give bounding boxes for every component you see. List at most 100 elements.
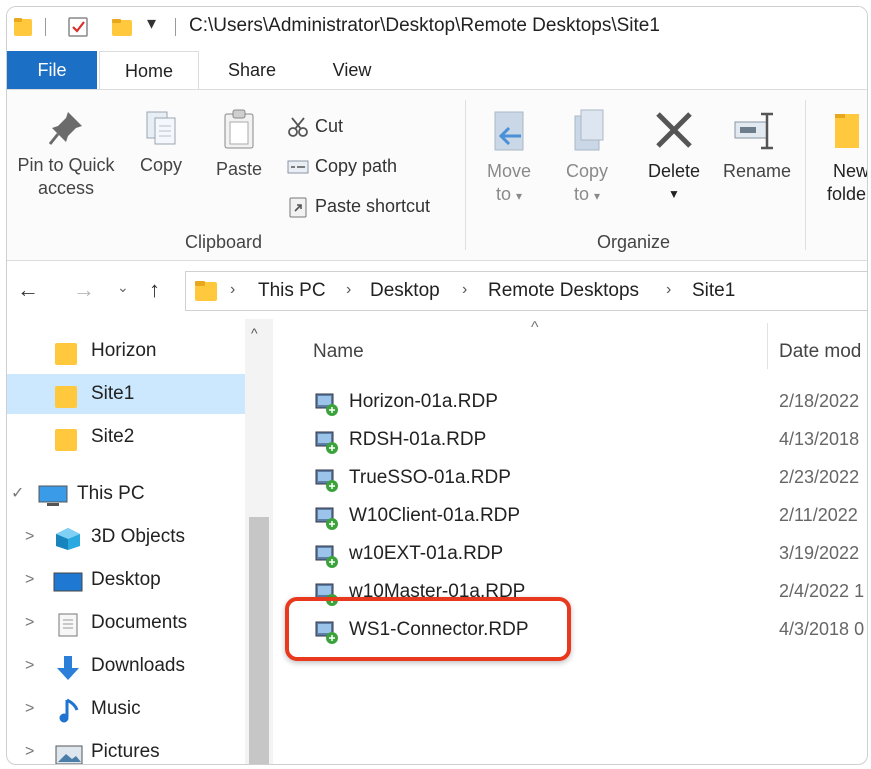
nav-item-site1[interactable]: Site1 bbox=[7, 374, 245, 414]
properties-checkmark-icon[interactable] bbox=[67, 16, 89, 43]
move-to-button[interactable]: Move to ▾ bbox=[479, 108, 539, 208]
window-title-path: C:\Users\Administrator\Desktop\Remote De… bbox=[189, 15, 660, 36]
file-row[interactable]: w10EXT-01a.RDP 3/19/2022 bbox=[275, 537, 867, 575]
title-bar: ▾ C:\Users\Administrator\Desktop\Remote … bbox=[7, 7, 867, 47]
breadcrumb-chevron-icon[interactable]: › bbox=[462, 281, 467, 299]
copy-to-icon bbox=[574, 109, 604, 151]
navigation-pane: Horizon Site1 Site2 ✓ This PC > 3D Objec… bbox=[7, 319, 273, 764]
copy-to-label-line1: Copy bbox=[565, 161, 609, 181]
paste-button[interactable]: Paste bbox=[207, 108, 271, 181]
remote-desktop-file-icon bbox=[315, 507, 339, 536]
tab-share[interactable]: Share bbox=[207, 51, 297, 89]
file-row[interactable]: RDSH-01a.RDP 4/13/2018 bbox=[275, 423, 867, 461]
paste-label: Paste bbox=[215, 159, 263, 179]
pictures-icon bbox=[55, 741, 83, 764]
toolbar-separator bbox=[175, 18, 176, 36]
file-date: 4/13/2018 bbox=[779, 429, 860, 449]
new-folder-button[interactable]: New folde bbox=[819, 108, 868, 206]
delete-button[interactable]: Delete ▼ bbox=[641, 108, 707, 206]
remote-desktop-file-icon bbox=[315, 545, 339, 574]
collapsed-chevron-icon[interactable]: > bbox=[25, 517, 34, 557]
breadcrumb-remote-desktops[interactable]: Remote Desktops bbox=[488, 280, 639, 302]
copy-path-label: Copy path bbox=[315, 156, 398, 176]
nav-item-label: Pictures bbox=[91, 741, 160, 762]
nav-item-label: 3D Objects bbox=[91, 526, 185, 547]
column-divider[interactable] bbox=[767, 323, 768, 369]
nav-item-label: Documents bbox=[91, 612, 188, 633]
collapsed-chevron-icon[interactable]: > bbox=[25, 560, 34, 600]
clipboard-group-label: Clipboard bbox=[185, 232, 263, 252]
breadcrumb-chevron-icon[interactable]: › bbox=[666, 281, 671, 299]
forward-arrow-icon[interactable]: → bbox=[73, 277, 95, 303]
up-arrow-icon[interactable]: ↑ bbox=[149, 277, 160, 303]
breadcrumb-chevron-icon[interactable]: › bbox=[346, 281, 351, 299]
rename-icon bbox=[734, 112, 773, 150]
remote-desktop-file-icon bbox=[315, 469, 339, 498]
pin-to-quick-access-button[interactable]: Pin to Quick access bbox=[7, 108, 125, 200]
copy-icon bbox=[146, 111, 176, 145]
nav-item-desktop[interactable]: > Desktop bbox=[7, 560, 245, 600]
back-arrow-icon[interactable]: ← bbox=[17, 277, 39, 303]
copy-to-label-line2: to bbox=[573, 184, 589, 204]
nav-item-label: Site1 bbox=[91, 383, 135, 404]
delete-dropdown-icon[interactable]: ▼ bbox=[641, 183, 707, 206]
collapsed-chevron-icon[interactable]: > bbox=[25, 732, 34, 764]
new-folder-icon[interactable] bbox=[111, 16, 133, 43]
paste-shortcut-icon bbox=[289, 197, 307, 218]
tab-file[interactable]: File bbox=[7, 51, 97, 89]
file-name: w10EXT-01a.RDP bbox=[349, 543, 504, 564]
folder-icon bbox=[194, 279, 218, 308]
tab-view[interactable]: View bbox=[307, 51, 397, 89]
file-date: 2/23/2022 bbox=[779, 467, 860, 487]
nav-item-site2[interactable]: Site2 bbox=[7, 417, 245, 457]
scissors-icon bbox=[288, 117, 308, 138]
breadcrumb-this-pc[interactable]: This PC bbox=[258, 280, 326, 302]
collapsed-chevron-icon[interactable]: > bbox=[25, 689, 34, 729]
copy-path-icon bbox=[287, 160, 309, 174]
move-label-line1: Move bbox=[486, 161, 531, 181]
recent-locations-chevron-icon[interactable]: ⌄ bbox=[117, 279, 129, 296]
quick-access-dropdown-icon[interactable]: ▾ bbox=[147, 13, 156, 34]
nav-item-downloads[interactable]: > Downloads bbox=[7, 646, 245, 686]
paste-shortcut-button[interactable]: Paste shortcut bbox=[287, 196, 430, 218]
file-row[interactable]: TrueSSO-01a.RDP 2/23/2022 bbox=[275, 461, 867, 499]
nav-item-documents[interactable]: > Documents bbox=[7, 603, 245, 643]
file-row[interactable]: Horizon-01a.RDP 2/18/2022 bbox=[275, 385, 867, 423]
column-header-date-modified[interactable]: Date mod bbox=[779, 341, 861, 363]
nav-item-3d-objects[interactable]: > 3D Objects bbox=[7, 517, 245, 557]
file-name: W10Client-01a.RDP bbox=[349, 505, 521, 526]
toolbar-separator bbox=[45, 18, 46, 36]
column-header-name[interactable]: Name bbox=[313, 341, 364, 363]
file-name: Horizon-01a.RDP bbox=[349, 391, 498, 412]
nav-item-horizon[interactable]: Horizon bbox=[7, 331, 245, 371]
nav-item-music[interactable]: > Music bbox=[7, 689, 245, 729]
expanded-chevron-icon[interactable]: ✓ bbox=[11, 474, 24, 514]
rename-button[interactable]: Rename bbox=[717, 108, 797, 183]
nav-item-label: Desktop bbox=[91, 569, 161, 590]
breadcrumb-desktop[interactable]: Desktop bbox=[370, 280, 440, 302]
remote-desktop-file-icon bbox=[315, 393, 339, 422]
ribbon-home: Pin to Quick access Copy Paste Cut Copy … bbox=[7, 89, 867, 261]
collapsed-chevron-icon[interactable]: > bbox=[25, 603, 34, 643]
highlight-callout bbox=[285, 597, 571, 661]
collapsed-chevron-icon[interactable]: > bbox=[25, 646, 34, 686]
file-explorer-window: ▾ C:\Users\Administrator\Desktop\Remote … bbox=[6, 6, 868, 765]
pin-icon bbox=[48, 112, 82, 145]
nav-item-label: Music bbox=[91, 698, 141, 719]
new-folder-label-line1: New bbox=[833, 161, 868, 181]
address-bar[interactable]: › This PC › Desktop › Remote Desktops › … bbox=[185, 271, 867, 311]
file-date: 2/4/2022 1 bbox=[779, 581, 865, 601]
copy-button[interactable]: Copy bbox=[131, 108, 191, 177]
organize-group-label: Organize bbox=[597, 232, 671, 252]
copy-path-button[interactable]: Copy path bbox=[287, 156, 397, 177]
file-date: 3/19/2022 bbox=[779, 543, 860, 563]
copy-to-button[interactable]: Copy to ▾ bbox=[557, 108, 617, 208]
breadcrumb-site1[interactable]: Site1 bbox=[692, 280, 735, 302]
file-row[interactable]: W10Client-01a.RDP 2/11/2022 bbox=[275, 499, 867, 537]
cut-button[interactable]: Cut bbox=[287, 116, 343, 138]
paste-shortcut-label: Paste shortcut bbox=[315, 196, 431, 216]
nav-item-pictures[interactable]: > Pictures bbox=[7, 732, 245, 764]
nav-item-this-pc[interactable]: ✓ This PC bbox=[7, 474, 245, 514]
group-separator bbox=[465, 100, 466, 250]
tab-home[interactable]: Home bbox=[99, 51, 199, 89]
